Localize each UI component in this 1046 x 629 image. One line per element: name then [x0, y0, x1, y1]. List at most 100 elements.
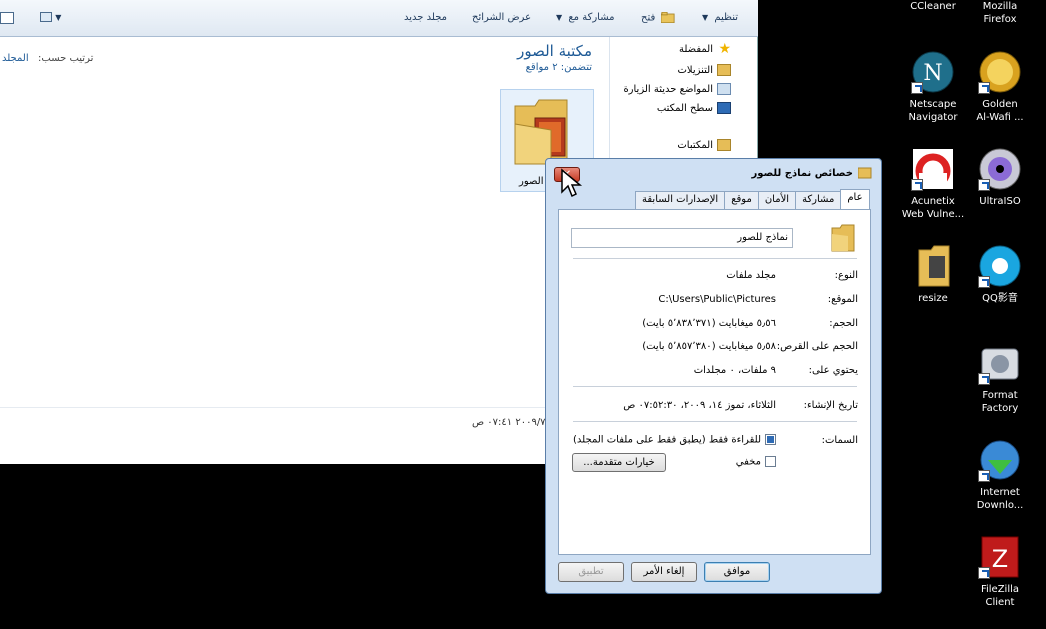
shortcut-arrow-icon: [978, 470, 990, 482]
icon-label: resize: [918, 293, 948, 304]
chevron-down-icon: ▼: [55, 13, 62, 22]
separator: [573, 386, 857, 387]
tab-general[interactable]: عام: [840, 189, 870, 209]
size-value: ٥٫٥٦ ميغابايت (٥٬٨٣٨٬٣٧١ بايت): [642, 318, 776, 329]
downloads-folder-icon: [717, 64, 731, 76]
created-value: الثلاثاء، تموز ١٤، ٢٠٠٩، ٠٧:٥٢:٣٠ ص: [623, 400, 776, 411]
mouse-cursor-icon: [561, 168, 583, 198]
netscape-icon: N: [911, 50, 955, 94]
general-tab-panel: نماذج للصور النوع: مجلد ملفات الموقع: C:…: [558, 209, 871, 555]
views-icon: [40, 12, 52, 22]
hidden-checkbox[interactable]: [765, 456, 776, 467]
details-date: ٢٠٠٩/٧ ٠٧:٤١ ص: [472, 417, 546, 428]
desktop-icon-format-factory[interactable]: Format Factory: [968, 341, 1032, 415]
open-label: فتح: [641, 12, 656, 24]
separator: [573, 421, 857, 422]
views-button[interactable]: ▼: [36, 12, 64, 23]
chevron-down-icon: ▼: [556, 13, 563, 22]
tab-sharing[interactable]: مشاركة: [795, 191, 842, 209]
share-with-button[interactable]: مشاركة مع ▼: [556, 12, 614, 23]
dialog-tabs: عام مشاركة الأمان موقع الإصدارات السابقة: [635, 189, 870, 209]
advanced-button[interactable]: خيارات متقدمة...: [572, 453, 666, 472]
icon-label: Format: [982, 390, 1018, 401]
icon-label: Al-Wafi ...: [976, 112, 1024, 123]
nav-item-libraries[interactable]: المكتبات: [677, 139, 731, 151]
organize-button[interactable]: تنظيم ▼: [702, 12, 738, 23]
desktop-icon-ultraiso[interactable]: UltraISO: [968, 147, 1032, 208]
desktop-icon: [717, 102, 731, 114]
nav-item-favorites[interactable]: ★ المفضلة: [678, 42, 731, 56]
download-manager-icon: [978, 438, 1022, 482]
folder-caption: الصور: [519, 176, 544, 187]
icon-label: Golden: [982, 99, 1018, 110]
folder-name-input[interactable]: نماذج للصور: [571, 228, 793, 248]
size-label: الحجم:: [829, 318, 858, 329]
tab-previous-versions[interactable]: الإصدارات السابقة: [635, 191, 726, 209]
shortcut-arrow-icon: [911, 82, 923, 94]
hidden-checkbox-row[interactable]: مخفي: [736, 456, 776, 468]
contains-label: يحتوي على:: [808, 365, 858, 376]
readonly-checkbox-row[interactable]: للقراءة فقط (يطبق فقط على ملفات المجلد): [573, 434, 776, 446]
icon-label: CCleaner: [910, 1, 956, 12]
sort-by-label: ترتيب حسب:: [38, 53, 94, 64]
organize-label: تنظيم: [714, 12, 739, 23]
icon-label: Web Vulne...: [901, 209, 965, 220]
icon-label: Netscape: [909, 99, 957, 110]
icon-label: Client: [985, 597, 1015, 608]
desktop-icon-resize[interactable]: resize: [901, 244, 965, 305]
library-subtitle[interactable]: تتضمن: ٢ مواقع: [526, 62, 592, 73]
icon-label: Factory: [981, 403, 1019, 414]
nav-label: المكتبات: [677, 139, 713, 151]
desktop-icon-qq-player[interactable]: QQ影音: [968, 244, 1032, 305]
separator: [573, 258, 857, 259]
slideshow-button[interactable]: عرض الشرائح: [472, 12, 531, 23]
icon-label: FileZilla: [980, 584, 1020, 595]
folder-open-icon: [661, 12, 676, 23]
icon-label: UltraISO: [979, 196, 1021, 207]
hidden-label: مخفي: [735, 456, 761, 468]
nav-label: سطح المكتب: [656, 102, 713, 114]
nav-item-recent-places[interactable]: المواضع حديثة الزيارة: [623, 83, 731, 95]
desktop-icon-internet-download-manager[interactable]: Internet Downlo...: [968, 438, 1032, 512]
shortcut-arrow-icon: [911, 179, 923, 191]
readonly-checkbox[interactable]: [765, 434, 776, 445]
open-button[interactable]: فتح: [641, 12, 676, 24]
preview-pane-icon: [0, 12, 14, 24]
new-folder-button[interactable]: مجلد جديد: [404, 12, 447, 23]
shortcut-arrow-icon: [978, 82, 990, 94]
ok-button[interactable]: موافق: [704, 562, 770, 582]
shortcut-arrow-icon: [978, 276, 990, 288]
icon-label: Firefox: [983, 14, 1017, 25]
shortcut-arrow-icon: [978, 567, 990, 579]
icon-label: QQ影音: [982, 293, 1018, 304]
location-value: C:\Users\Public\Pictures: [658, 294, 776, 305]
acunetix-icon: [911, 147, 955, 191]
preview-pane-button[interactable]: [0, 12, 14, 24]
apply-button[interactable]: تطبيق: [558, 562, 624, 582]
format-factory-icon: [978, 341, 1022, 385]
desktop-icon-firefox[interactable]: Mozilla Firefox: [968, 0, 1032, 26]
tab-location[interactable]: موقع: [724, 191, 759, 209]
sort-by-dropdown[interactable]: المجلد: [2, 53, 29, 64]
qq-player-icon: [978, 244, 1022, 288]
type-label: النوع:: [834, 270, 858, 281]
screen: ▼ مجلد جديد عرض الشرائح مشاركة مع ▼ فتح …: [0, 0, 1046, 629]
attributes-label: السمات:: [821, 435, 858, 446]
nav-item-downloads[interactable]: التنزيلات: [677, 64, 731, 76]
shortcut-arrow-icon: [978, 373, 990, 385]
nav-label: المفضلة: [678, 43, 713, 55]
desktop-icon-acunetix[interactable]: Acunetix Web Vulne...: [901, 147, 965, 221]
desktop-icon-ccleaner[interactable]: CCleaner: [901, 0, 965, 13]
desktop-icon-netscape[interactable]: N Netscape Navigator: [901, 50, 965, 124]
filezilla-icon: Z: [978, 535, 1022, 579]
chevron-down-icon: ▼: [702, 13, 709, 22]
icon-label: Downlo...: [976, 500, 1024, 511]
desktop-icon-golden-alwafi[interactable]: Golden Al-Wafi ...: [968, 50, 1032, 124]
recent-places-icon: [717, 83, 731, 95]
cancel-button[interactable]: إلغاء الأمر: [631, 562, 697, 582]
size-on-disk-label: الحجم على القرص:: [776, 341, 858, 352]
tab-security[interactable]: الأمان: [757, 191, 797, 209]
share-with-label: مشاركة مع: [568, 12, 615, 23]
desktop-icon-filezilla[interactable]: Z FileZilla Client: [968, 535, 1032, 609]
nav-item-desktop[interactable]: سطح المكتب: [657, 102, 731, 114]
